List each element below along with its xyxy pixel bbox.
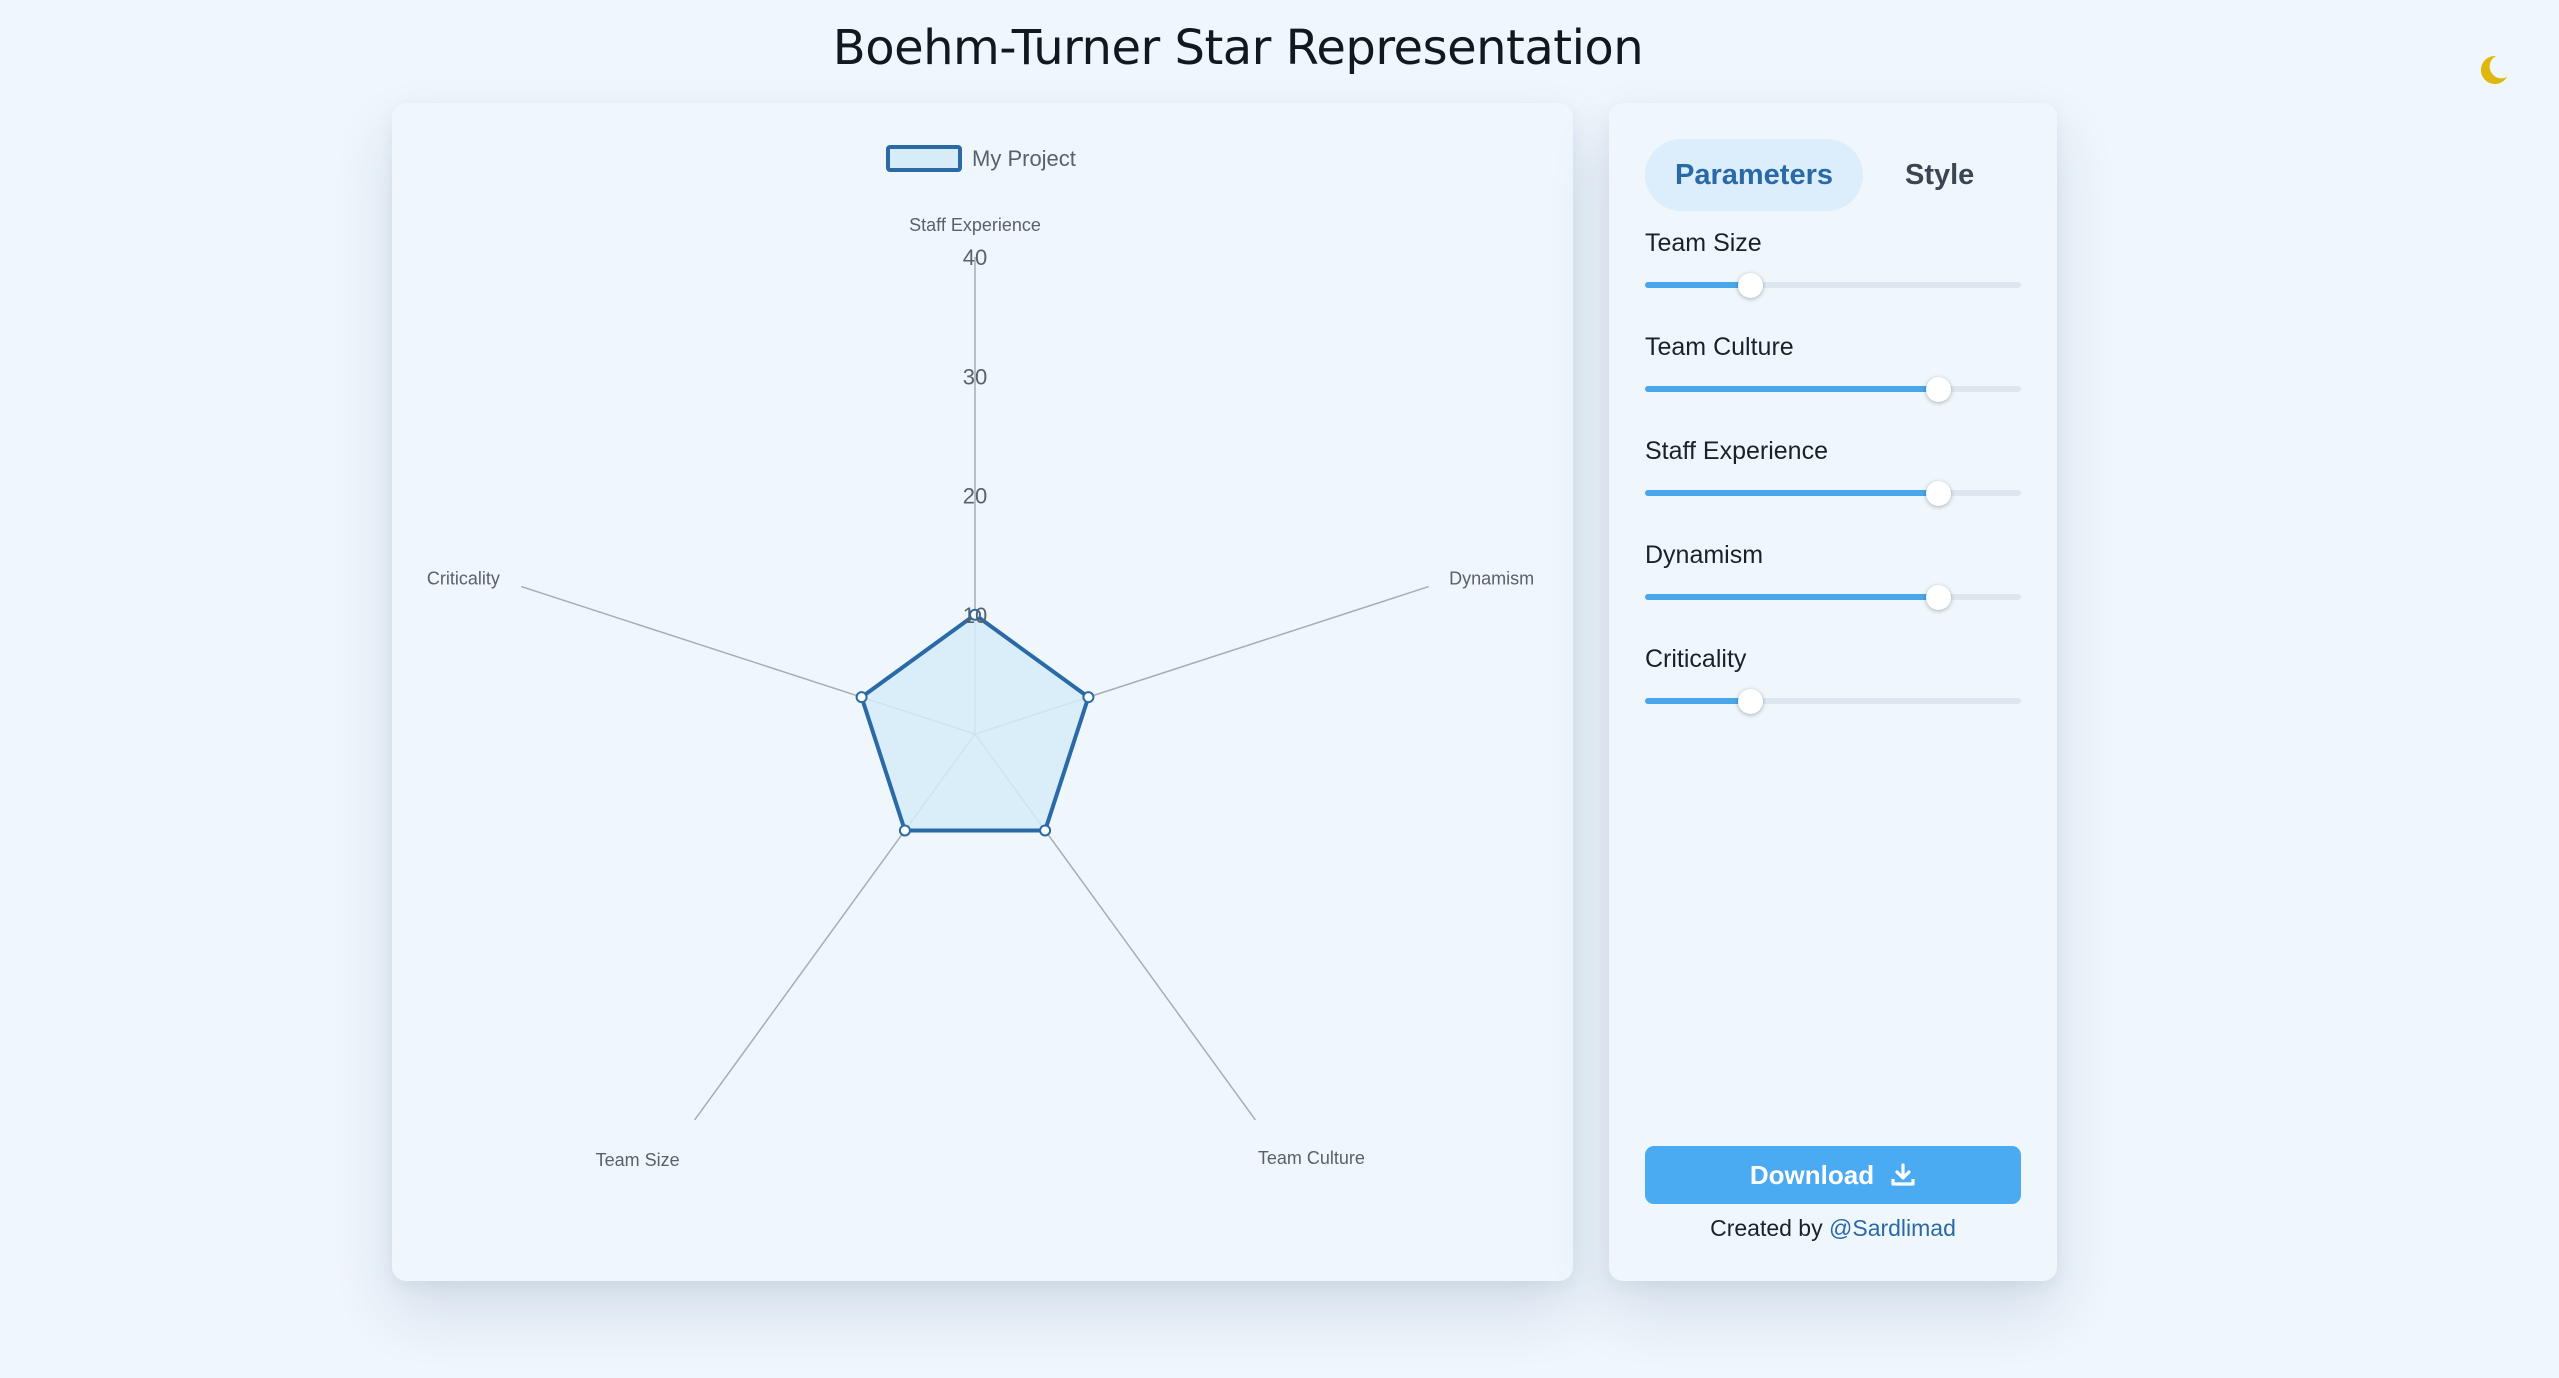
chart-card: Staff Experience Dynamism Team Culture Team… bbox=[392, 103, 1573, 1281]
slider-fill bbox=[1645, 698, 1751, 704]
tab-parameters[interactable]: Parameters bbox=[1645, 139, 1863, 211]
slider-thumb[interactable] bbox=[1738, 689, 1764, 714]
slider-fill bbox=[1645, 282, 1751, 288]
slider-fill bbox=[1645, 386, 1939, 392]
param-label: Staff Experience bbox=[1645, 437, 1828, 465]
page-title: Boehm-Turner Star Representation bbox=[832, 20, 1644, 76]
settings-panel: Parameters Style Team Size Team Culture … bbox=[1609, 103, 2057, 1281]
param-criticality: Criticality bbox=[1645, 645, 2021, 715]
axis-label: Team Culture bbox=[1258, 1148, 1365, 1168]
credit-line: Created by @Sardlimad bbox=[1609, 1215, 2057, 1242]
param-label: Team Culture bbox=[1645, 333, 1794, 361]
dynamism-slider[interactable] bbox=[1645, 581, 2021, 611]
author-link[interactable]: @Sardlimad bbox=[1829, 1215, 1956, 1241]
legend-label: My Project bbox=[972, 146, 1076, 171]
param-team-culture: Team Culture bbox=[1645, 333, 2021, 403]
slider-thumb[interactable] bbox=[1738, 273, 1764, 298]
axis-label: Staff Experience bbox=[909, 215, 1041, 235]
criticality-slider[interactable] bbox=[1645, 685, 2021, 715]
team-size-slider[interactable] bbox=[1645, 269, 2021, 299]
tick-label: 30 bbox=[963, 364, 987, 389]
slider-fill bbox=[1645, 490, 1939, 496]
axis-label: Criticality bbox=[427, 569, 500, 589]
slider-thumb[interactable] bbox=[1926, 481, 1952, 506]
param-label: Team Size bbox=[1645, 229, 1762, 257]
radar-chart: Staff Experience Dynamism Team Culture Team… bbox=[427, 145, 1534, 1170]
tick-label: 20 bbox=[963, 484, 987, 509]
moon-icon[interactable] bbox=[2472, 50, 2512, 90]
series-polygon bbox=[859, 612, 1091, 833]
data-point bbox=[898, 824, 911, 837]
param-staff-experience: Staff Experience bbox=[1645, 437, 2021, 507]
tab-style[interactable]: Style bbox=[1875, 139, 2004, 211]
data-point bbox=[1039, 824, 1052, 837]
param-label: Criticality bbox=[1645, 645, 1747, 673]
tab-bar: Parameters Style bbox=[1645, 139, 2004, 211]
team-culture-slider[interactable] bbox=[1645, 373, 2021, 403]
app-page: Boehm-Turner Star Representation Staff E… bbox=[0, 0, 2559, 1378]
slider-thumb[interactable] bbox=[1926, 377, 1952, 402]
param-label: Dynamism bbox=[1645, 541, 1764, 569]
param-team-size: Team Size bbox=[1645, 229, 2021, 299]
axis-label: Team Size bbox=[596, 1150, 680, 1170]
legend-swatch bbox=[886, 145, 962, 172]
param-dynamism: Dynamism bbox=[1645, 541, 2021, 611]
download-label: Download bbox=[1749, 1159, 1875, 1190]
tick-label: 40 bbox=[963, 245, 987, 270]
data-point bbox=[1082, 691, 1095, 704]
credit-prefix: Created by bbox=[1710, 1215, 1829, 1241]
slider-thumb[interactable] bbox=[1926, 585, 1952, 610]
slider-fill bbox=[1645, 594, 1939, 600]
data-point bbox=[855, 691, 868, 704]
download-icon bbox=[1891, 1163, 1915, 1186]
download-button[interactable]: Download bbox=[1645, 1146, 2021, 1204]
staff-experience-slider[interactable] bbox=[1645, 477, 2021, 507]
tick-label: 10 bbox=[963, 603, 987, 628]
axis-label: Dynamism bbox=[1449, 569, 1534, 589]
